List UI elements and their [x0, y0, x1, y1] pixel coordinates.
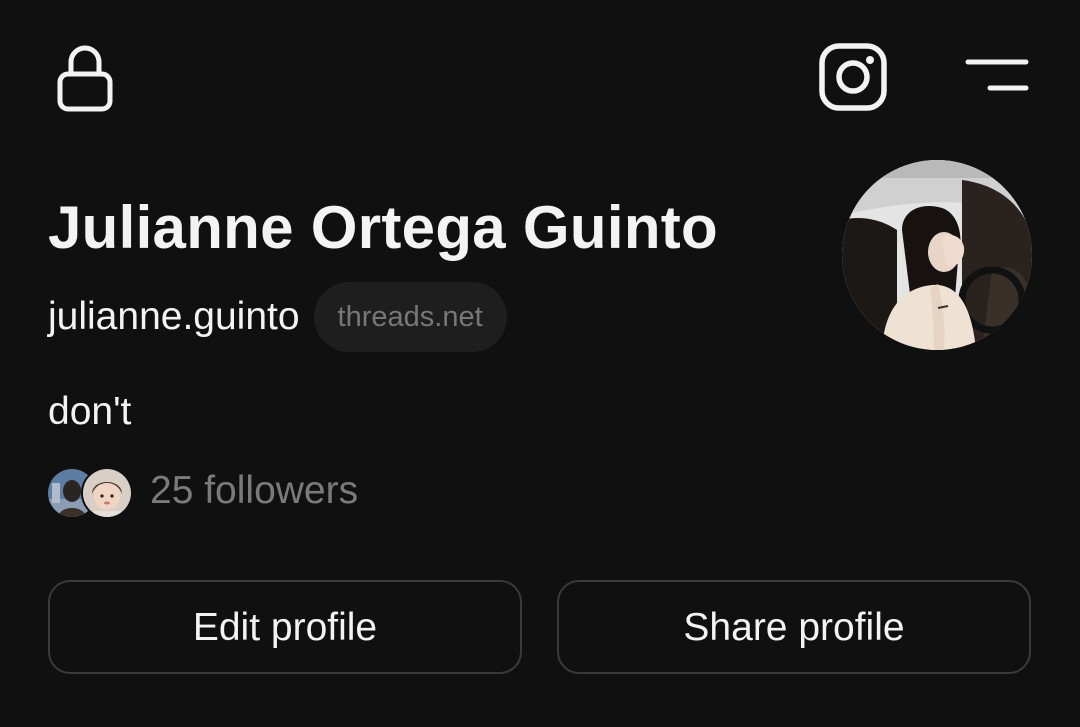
follower-avatars — [46, 466, 134, 519]
followers-count: 25 followers — [150, 469, 359, 512]
followers-link[interactable]: 25 followers — [46, 464, 359, 519]
menu-icon[interactable] — [962, 54, 1032, 99]
threads-domain-badge[interactable]: threads.net — [313, 282, 507, 352]
profile-name: Julianne Ortega Guinto — [48, 194, 718, 261]
profile-avatar[interactable] — [842, 160, 1032, 350]
profile-bio: don't — [48, 390, 132, 433]
follower-avatar — [81, 467, 133, 519]
share-profile-button[interactable]: Share profile — [557, 580, 1031, 674]
instagram-icon[interactable] — [818, 42, 888, 112]
handle-row: julianne.guinto threads.net — [48, 282, 507, 352]
lock-icon[interactable] — [55, 40, 115, 115]
edit-profile-button[interactable]: Edit profile — [48, 580, 522, 674]
profile-handle: julianne.guinto — [48, 295, 300, 338]
top-bar — [0, 0, 1080, 150]
